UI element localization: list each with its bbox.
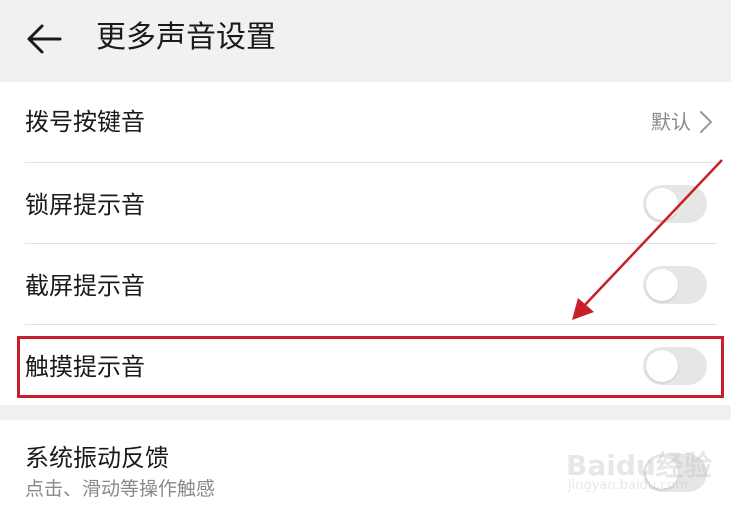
toggle-knob [646,188,678,220]
dial-tone-row[interactable]: 拨号按键音 默认 [0,82,731,162]
arrow-left-icon[interactable] [26,22,62,56]
chevron-right-icon [700,111,713,133]
toggle-knob [646,269,678,301]
vibration-label: 系统振动反馈 [25,444,169,472]
lock-screen-sound-row: 锁屏提示音 [0,163,731,243]
watermark-url: jingyan.baidu.com [568,478,688,493]
app-header: 更多声音设置 [0,0,731,78]
screenshot-sound-toggle[interactable] [643,266,707,304]
dial-tone-label: 拨号按键音 [25,108,145,136]
annotation-highlight-box [17,336,724,398]
screenshot-sound-row: 截屏提示音 [0,244,731,324]
page-title: 更多声音设置 [96,20,276,55]
lock-screen-sound-toggle[interactable] [643,185,707,223]
dial-tone-value: 默认 [651,110,691,134]
lock-screen-sound-label: 锁屏提示音 [25,191,145,219]
screenshot-sound-label: 截屏提示音 [25,272,145,300]
baidu-watermark: Baidu经验 jingyan.baidu.com [560,438,730,496]
vibration-sublabel: 点击、滑动等操作触感 [25,478,216,500]
